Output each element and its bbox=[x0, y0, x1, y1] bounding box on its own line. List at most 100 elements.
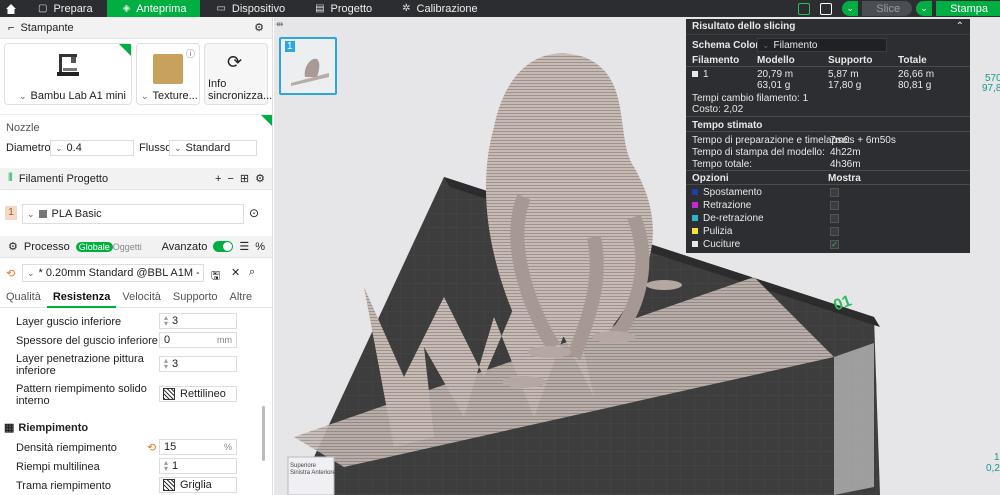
param-input[interactable]: ▴ ▾ 3 bbox=[159, 313, 237, 329]
param-label: Spessore del guscio inferiore bbox=[16, 335, 158, 347]
slicing-result-panel: Risultato dello slicing ⌃ Schema Colore … bbox=[686, 19, 970, 253]
tab-support[interactable]: Supporto bbox=[167, 291, 224, 303]
tab-speed[interactable]: Velocità bbox=[116, 291, 167, 303]
deretraction-checkbox[interactable] bbox=[830, 214, 839, 223]
gear-icon[interactable]: ⚙ bbox=[255, 172, 265, 185]
printer-header: ⌐ Stampante ⚙ bbox=[0, 17, 272, 39]
chevron-down-icon: ⌄ bbox=[19, 90, 27, 101]
process-tabs: Qualità Resistenza Velocità Supporto Alt… bbox=[0, 286, 272, 308]
spinner-icon[interactable]: ▴ ▾ bbox=[160, 357, 172, 371]
flow-label: Flusso bbox=[139, 142, 172, 154]
infill-icon: ▦ bbox=[4, 422, 15, 434]
layer-top-height: 97,8 bbox=[982, 83, 1000, 94]
layers-icon: ◈ bbox=[122, 3, 131, 14]
plate-select[interactable]: ⓘ ⌄ Texture... bbox=[136, 43, 200, 105]
chevron-down-icon[interactable]: ⌄ bbox=[842, 1, 859, 16]
pattern-icon bbox=[163, 388, 175, 400]
calibration-icon: ✲ bbox=[402, 3, 411, 14]
scrollbar[interactable] bbox=[262, 406, 265, 461]
printer-select[interactable]: ⌄ Bambu Lab A1 mini bbox=[4, 43, 132, 105]
tab-others[interactable]: Altre bbox=[224, 291, 259, 303]
diameter-select[interactable]: ⌄ 0.4 bbox=[50, 140, 134, 156]
home-icon[interactable] bbox=[0, 0, 22, 17]
infill-header: ▦ Riempimento bbox=[4, 421, 89, 435]
filament-index: 1 bbox=[5, 206, 17, 220]
search-icon[interactable]: ⌕ bbox=[249, 266, 255, 279]
save-icon[interactable]: 🖫 bbox=[211, 267, 220, 286]
deretraction-color-dot bbox=[692, 215, 698, 222]
wipe-checkbox[interactable] bbox=[830, 227, 839, 236]
preset-select[interactable]: ⌄ * 0.20mm Standard @BBL A1M - ... bbox=[22, 264, 204, 282]
param-label: Densità riempimento bbox=[16, 442, 117, 454]
nozzle-label: Nozzle bbox=[6, 122, 40, 134]
collapse-icon[interactable]: ⌃ bbox=[956, 21, 964, 32]
objects-toggle[interactable]: Oggetti bbox=[113, 242, 142, 252]
color-scheme-select[interactable]: ⌄ Filamento bbox=[757, 38, 887, 52]
view-cube-labels: Superiore Sinistra Anteriore bbox=[290, 463, 336, 476]
sync-filament-icon[interactable]: ⊞ bbox=[240, 172, 249, 185]
add-icon[interactable]: + bbox=[215, 173, 221, 185]
tab-device[interactable]: ▭ Dispositivo bbox=[200, 0, 299, 17]
pattern-select[interactable]: Rettilineo bbox=[159, 386, 237, 402]
param-input[interactable]: 15% bbox=[159, 439, 237, 455]
tab-prepare[interactable]: ▢ Prepara bbox=[22, 0, 107, 17]
tab-quality[interactable]: Qualità bbox=[0, 291, 47, 303]
tab-preview[interactable]: ◈ Anteprima bbox=[106, 0, 201, 17]
advanced-label: Avanzato bbox=[161, 240, 208, 253]
printer-model-icon bbox=[57, 54, 79, 76]
travel-checkbox[interactable] bbox=[830, 188, 839, 197]
param-label: Riempi multilinea bbox=[16, 461, 100, 473]
sync-flag bbox=[119, 44, 131, 56]
retraction-checkbox[interactable] bbox=[830, 201, 839, 210]
document-icon: ▤ bbox=[315, 3, 325, 14]
retraction-color-dot bbox=[692, 202, 698, 209]
tab-calibration[interactable]: ✲ Calibrazione bbox=[386, 0, 492, 17]
chevron-down-icon: ⌄ bbox=[141, 90, 149, 101]
advanced-switch[interactable] bbox=[213, 241, 234, 252]
slice-button[interactable]: ⌄ Slice bbox=[842, 1, 913, 16]
flow-select[interactable]: ⌄ Standard bbox=[169, 140, 257, 156]
percent-icon[interactable]: % bbox=[255, 241, 265, 253]
tab-strength[interactable]: Resistenza bbox=[46, 286, 117, 308]
printer-icon: ⌐ bbox=[8, 21, 15, 34]
layer-bottom-readout: 1 bbox=[994, 452, 1000, 463]
pattern-select[interactable]: Griglia bbox=[159, 477, 237, 493]
chevron-down-icon: ⌄ bbox=[27, 208, 35, 219]
layer-bottom-height: 0,20 bbox=[986, 463, 1000, 474]
reset-icon[interactable]: ⟲ bbox=[6, 267, 15, 280]
diameter-label: Diametro bbox=[6, 142, 51, 154]
sync-button[interactable]: ⟳ Info sincronizza... bbox=[204, 43, 272, 105]
color-scheme-label: Schema Colore bbox=[692, 40, 765, 51]
left-panel: ⌐ Stampante ⚙ ⌄ Bambu Lab A1 mini ⓘ ⌄ Text… bbox=[0, 17, 273, 495]
process-header: ⚙ Processo Globale Oggetti Avanzato ☰ % bbox=[0, 236, 272, 258]
plate-texture-icon bbox=[153, 54, 183, 84]
seams-checkbox[interactable]: ✓ bbox=[830, 240, 839, 249]
param-input[interactable]: ▴ ▾ 1 bbox=[159, 458, 237, 474]
travel-color-dot bbox=[692, 189, 698, 196]
filament-color-swatch bbox=[38, 210, 47, 218]
filament-icon: ⦀ bbox=[8, 172, 13, 184]
print-button[interactable]: ⌄ Stampa bbox=[916, 1, 1000, 16]
window-icon[interactable] bbox=[820, 2, 833, 15]
chevron-down-icon: ⌄ bbox=[27, 267, 35, 278]
close-icon[interactable]: ✕ bbox=[231, 266, 240, 279]
param-input[interactable]: 0 mm bbox=[159, 332, 237, 348]
info-icon[interactable]: ⓘ bbox=[186, 47, 195, 60]
nozzle-section: Nozzle Diametro ⌄ 0.4 Flusso ⌄ Standard bbox=[0, 114, 272, 160]
tab-project[interactable]: ▤ Progetto bbox=[299, 0, 386, 17]
list-icon[interactable]: ☰ bbox=[239, 240, 249, 253]
spinner-icon[interactable]: ▴ ▾ bbox=[160, 314, 172, 328]
gear-icon[interactable]: ⚙ bbox=[254, 21, 264, 34]
sync-flag bbox=[261, 115, 272, 127]
remove-icon[interactable]: − bbox=[227, 173, 233, 185]
param-input[interactable]: ▴ ▾ 3 bbox=[159, 356, 237, 372]
spinner-icon[interactable]: ▴ ▾ bbox=[160, 459, 172, 473]
cube-icon: ▢ bbox=[38, 3, 48, 14]
global-toggle[interactable]: Globale bbox=[75, 241, 113, 252]
reset-icon[interactable]: ⟲ bbox=[147, 441, 156, 454]
more-icon[interactable]: ⊙ bbox=[249, 206, 259, 220]
layout-icon[interactable] bbox=[798, 2, 811, 15]
filament-select[interactable]: ⌄ PLA Basic bbox=[22, 204, 244, 224]
chevron-down-icon[interactable]: ⌄ bbox=[916, 1, 933, 16]
seams-color-dot bbox=[692, 241, 698, 248]
